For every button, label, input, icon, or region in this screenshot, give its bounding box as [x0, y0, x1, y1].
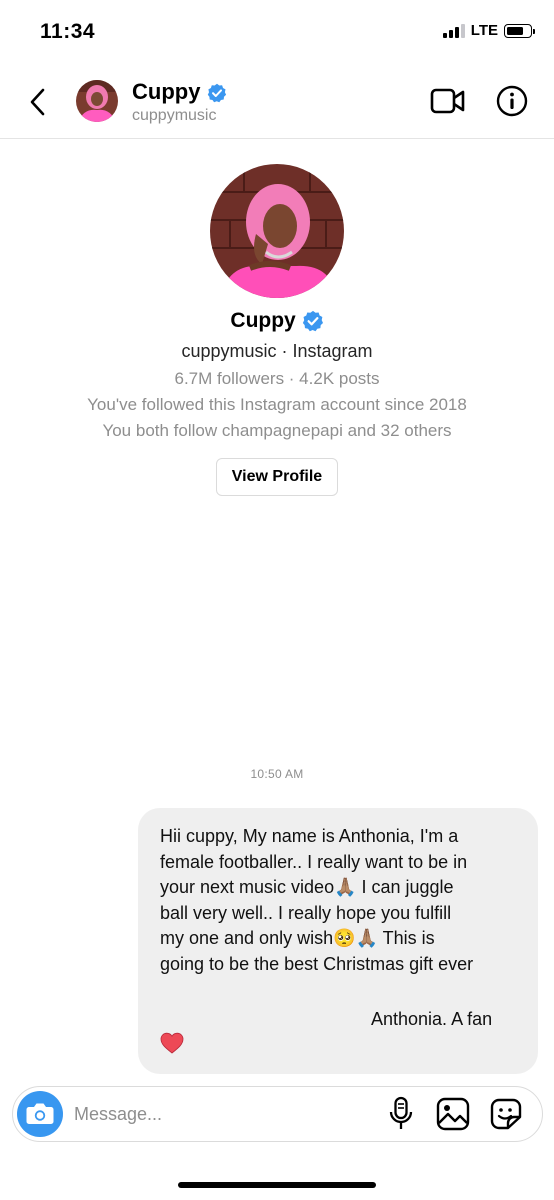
mutual-followers: You both follow champagnepapi and 32 oth… [102, 421, 452, 440]
message-line: my one and only wish🥺🙏🏽 This is [160, 928, 435, 948]
camera-button[interactable] [17, 1091, 63, 1137]
profile-subtitle: cuppymusic · Instagram [181, 341, 373, 361]
status-time: 11:34 [40, 20, 96, 43]
message-line: ball very well.. I really hope you fulfi… [160, 902, 452, 923]
message-input[interactable] [74, 1100, 374, 1128]
battery-icon [504, 23, 535, 38]
message-line: Hii cuppy, My name is Anthonia, I'm a [160, 826, 459, 846]
profile-avatar[interactable] [210, 164, 344, 298]
header-name: Cuppy [132, 79, 201, 104]
header-divider [0, 138, 554, 139]
message-line: going to be the best Christmas gift ever [160, 953, 474, 974]
header-title[interactable]: Cuppy [132, 79, 227, 105]
cellular-signal-icon [442, 23, 465, 38]
heart-icon [160, 1032, 184, 1054]
verified-badge-icon [207, 83, 226, 103]
home-indicator [178, 1182, 376, 1188]
header-username: cuppymusic [132, 107, 217, 124]
verified-badge-icon [302, 311, 323, 332]
view-profile-button[interactable]: View Profile [216, 458, 338, 496]
profile-name-row: Cuppy [0, 309, 554, 333]
image-gallery-icon[interactable] [436, 1097, 470, 1131]
chevron-left-icon[interactable] [24, 84, 54, 120]
message-timestamp: 10:50 AM [250, 767, 304, 781]
sticker-icon[interactable] [488, 1097, 524, 1131]
profile-stats: 6.7M followers · 4.2K posts [174, 369, 380, 388]
network-type: LTE [470, 22, 498, 39]
info-icon[interactable] [496, 85, 528, 117]
message-signature: Anthonia. A fan [371, 1009, 493, 1029]
message-line: female footballer.. I really want to be … [160, 851, 468, 872]
followed-since: You've followed this Instagram account s… [87, 395, 467, 414]
message-line: your next music video🙏🏽 I can juggle [160, 877, 454, 897]
microphone-icon[interactable] [388, 1096, 414, 1132]
video-camera-icon[interactable] [430, 86, 466, 116]
profile-name: Cuppy [230, 309, 296, 332]
avatar[interactable] [76, 80, 118, 122]
camera-icon [26, 1103, 54, 1124]
status-indicators: LTE [442, 22, 535, 39]
